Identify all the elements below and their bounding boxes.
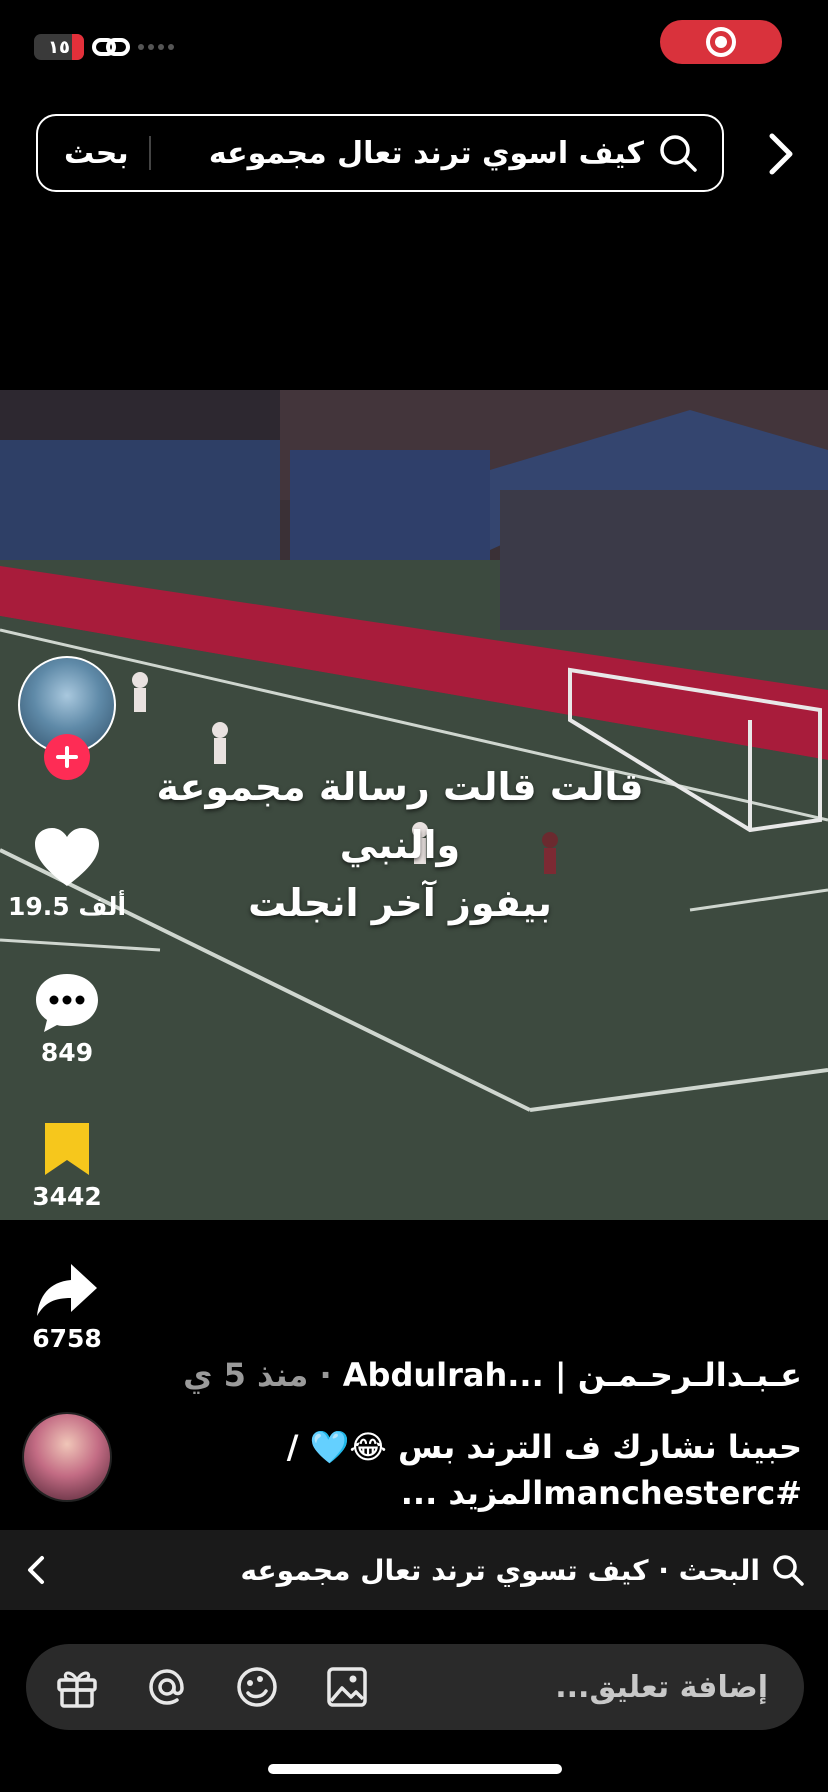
video-caption-line-2: بيفوز آخر انجلت [248,881,552,925]
search-button[interactable]: بحث [58,136,129,171]
mention-icon[interactable] [144,1664,190,1710]
author-name[interactable]: عـبـدالـرحـمـن | ...Abdulrah [343,1356,802,1394]
battery-label: ١٥ [48,36,70,58]
post-separator: · [319,1356,332,1394]
related-search[interactable]: البحث · كيف تسوي ترند تعال مجموعه [48,1554,804,1587]
search-query[interactable]: كيف اسوي ترند تعال مجموعه [171,133,702,173]
follow-button[interactable] [44,734,90,780]
image-icon[interactable] [324,1664,370,1710]
search-bar[interactable]: كيف اسوي ترند تعال مجموعه بحث [36,114,724,192]
post-description[interactable]: حبينا نشارك ف الترند بس 😂🩵 / #manchester… [222,1424,802,1516]
save-action[interactable]: 3442 [12,1120,122,1211]
share-count: 6758 [32,1324,102,1353]
chevron-right-icon[interactable] [766,132,796,176]
post-description-line-2[interactable]: #manchestercالمزيد ... [222,1470,802,1516]
save-count: 3442 [32,1182,102,1211]
comment-icon [36,974,98,1032]
like-action[interactable]: 19.5 ألف [8,826,126,921]
home-indicator[interactable] [268,1764,562,1774]
video-caption: قالت قالت رسالة مجموعة والنبي بيفوز آخر … [100,758,700,932]
related-search-label: البحث · كيف تسوي ترند تعال مجموعه [240,1553,760,1587]
comment-bar-icons [54,1664,370,1710]
search-query-text: كيف اسوي ترند تعال مجموعه [208,135,644,171]
record-icon [706,27,736,57]
related-search-bar[interactable]: البحث · كيف تسوي ترند تعال مجموعه [0,1530,828,1610]
emoji-icon[interactable] [234,1664,280,1710]
link-icon [92,38,130,56]
battery-indicator: ١٥ [34,34,84,60]
like-count: 19.5 ألف [7,892,127,921]
video-caption-line-1: قالت قالت رسالة مجموعة والنبي [156,765,644,867]
comment-count: 849 [40,1038,94,1067]
search-divider [148,136,151,170]
gift-icon[interactable] [54,1664,100,1710]
search-icon [773,1555,804,1586]
bookmark-icon [45,1123,89,1175]
author-line[interactable]: عـبـدالـرحـمـن | ...Abdulrah · منذ 5 ي [183,1356,802,1394]
post-description-line-1: حبينا نشارك ف الترند بس 😂🩵 / [286,1428,802,1466]
status-bar-left: ١٥ [34,34,174,60]
signal-dots [138,44,174,50]
chevron-left-icon[interactable] [24,1555,48,1585]
share-arrow-icon [37,1264,97,1316]
share-action[interactable]: 6758 [12,1262,122,1353]
heart-icon [35,828,99,886]
post-time: منذ 5 ي [183,1356,309,1394]
screen-record-indicator[interactable] [660,20,782,64]
comment-input[interactable]: إضافة تعليق... [370,1670,768,1705]
comment-bar[interactable]: إضافة تعليق... [26,1644,804,1730]
search-icon [660,135,697,172]
sound-avatar[interactable] [22,1412,112,1502]
plus-icon [56,746,78,768]
comment-action[interactable]: 849 [12,972,122,1067]
